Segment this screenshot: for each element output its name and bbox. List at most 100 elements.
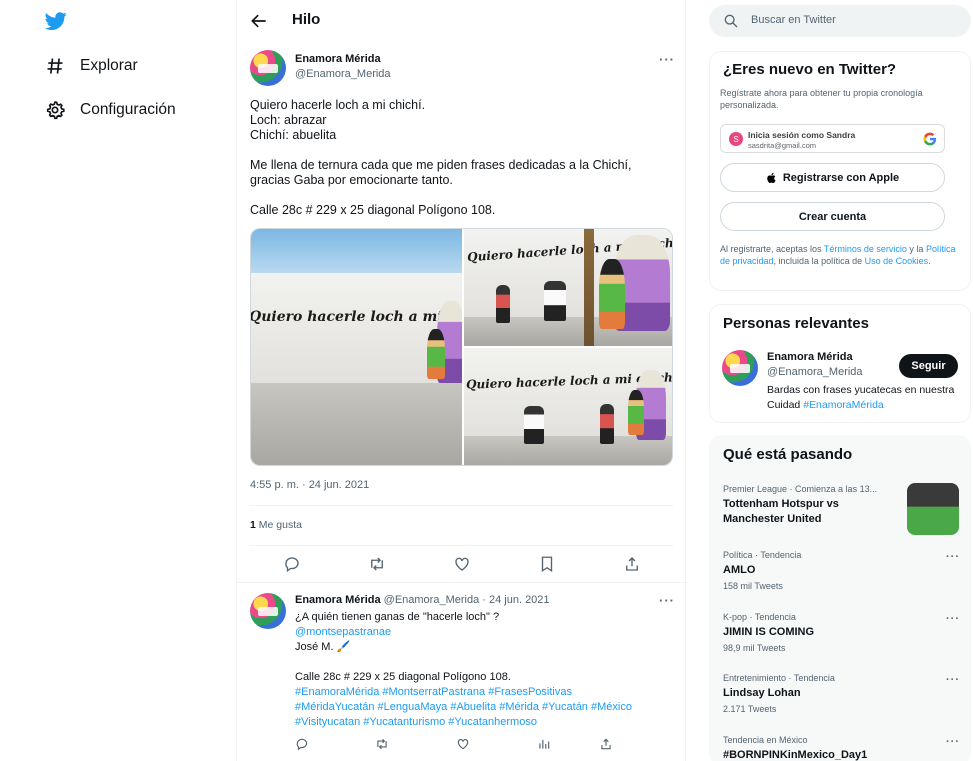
follow-button[interactable]: Seguir <box>899 354 958 378</box>
trend-count: 2.171 Tweets <box>723 704 777 714</box>
apple-icon <box>766 172 778 184</box>
reply-author-handle[interactable]: @Enamora_Merida <box>384 594 480 606</box>
search-box[interactable]: Buscar en Twitter <box>709 5 971 37</box>
reply-author-name[interactable]: Enamora Mérida <box>295 594 381 606</box>
trend-item[interactable]: Premier League · Comienza a las 13... To… <box>723 484 903 527</box>
search-input[interactable]: Buscar en Twitter <box>751 14 836 26</box>
trend-item[interactable]: K-pop · Tendencia JIMIN IS COMING 98,9 m… <box>723 612 814 653</box>
reply-analytics-icon[interactable] <box>537 737 551 751</box>
gear-icon <box>44 99 66 121</box>
google-account-avatar: S <box>729 132 743 146</box>
nav-explorar[interactable]: Explorar <box>44 52 138 80</box>
nav-configuracion-label: Configuración <box>80 101 176 118</box>
trend-more-icon[interactable]: ··· <box>946 674 960 686</box>
tweet-text: Quiero hacerle loch a mi chichí. Loch: a… <box>250 98 632 217</box>
tweet-media[interactable]: Quiero hacerle loch a mi chichi Quiero h… <box>250 228 673 466</box>
trend-title: Tottenham Hotspur vs Manchester United <box>723 498 839 525</box>
trend-meta: Premier League · Comienza a las 13... <box>723 484 878 494</box>
hashtag-icon <box>44 55 66 77</box>
trend-meta: Tendencia en México <box>723 735 808 745</box>
signup-subtitle: Regístrate ahora para obtener tu propia … <box>720 88 923 110</box>
reply-header: Enamora Mérida @Enamora_Merida · 24 jun.… <box>295 594 550 606</box>
cookies-link[interactable]: Uso de Cookies <box>865 256 929 266</box>
legal-end: . <box>928 256 931 266</box>
trends-title: Qué está pasando <box>723 446 853 463</box>
divider <box>250 545 673 546</box>
reply-hashtags-1[interactable]: #EnamoraMérida #MontserratPastrana #Fras… <box>295 685 675 700</box>
trend-title: AMLO <box>723 564 756 576</box>
signup-title: ¿Eres nuevo en Twitter? <box>723 61 897 78</box>
likes-number: 1 <box>250 519 256 531</box>
twitter-bird-icon[interactable] <box>44 10 68 32</box>
reply-text: ¿A quién tienen ganas de "hacerle loch" … <box>295 610 675 730</box>
trend-meta: K-pop · Tendencia <box>723 612 796 622</box>
reply-date[interactable]: · 24 jun. 2021 <box>482 594 549 606</box>
legal-mid2: , incluida la política de <box>773 256 865 266</box>
tweet-author-handle[interactable]: @Enamora_Merida <box>295 68 391 80</box>
trend-meta: Política · Tendencia <box>723 550 802 560</box>
relevant-avatar[interactable] <box>722 350 758 386</box>
reply-share-icon[interactable] <box>599 737 613 751</box>
left-nav: Explorar Configuración <box>0 0 236 761</box>
like-icon[interactable] <box>453 555 471 573</box>
trend-more-icon[interactable]: ··· <box>946 613 960 625</box>
relevant-bio: Bardas con frases yucatecas en nuestra C… <box>767 383 957 413</box>
relevant-people-card: Personas relevantes Enamora Mérida @Enam… <box>709 304 971 423</box>
trend-more-icon[interactable]: ··· <box>946 736 960 748</box>
trend-item[interactable]: Entretenimiento · Tendencia Lindsay Loha… <box>723 673 835 714</box>
trend-count: 158 mil Tweets <box>723 581 783 591</box>
trend-more-icon[interactable]: ··· <box>946 551 960 563</box>
reply-reply-icon[interactable] <box>295 737 309 751</box>
trend-count: 98,9 mil Tweets <box>723 643 786 653</box>
nav-configuracion[interactable]: Configuración <box>44 96 176 124</box>
page-title: Hilo <box>292 11 321 28</box>
reply-retweet-icon[interactable] <box>375 737 389 751</box>
legal-mid1: y la <box>906 244 926 254</box>
reply-line1: ¿A quién tienen ganas de "hacerle loch" … <box>295 611 500 623</box>
divider <box>237 582 687 583</box>
tweet-timestamp[interactable]: 4:55 p. m. · 24 jun. 2021 <box>250 479 369 491</box>
trend-thumbnail[interactable] <box>907 483 959 535</box>
divider <box>250 505 673 506</box>
tweet-photo-2[interactable]: Quiero hacerle loch a mi chichi <box>464 229 672 346</box>
trend-title: #BORNPINKinMexico_Day1 <box>723 749 868 761</box>
signup-card: ¿Eres nuevo en Twitter? Regístrate ahora… <box>709 51 971 291</box>
likes-count[interactable]: 1 Me gusta <box>250 519 302 531</box>
back-arrow-icon[interactable] <box>249 11 269 31</box>
legal-pre: Al registrarte, aceptas los <box>720 244 824 254</box>
create-account-label: Crear cuenta <box>798 210 867 223</box>
reply-credit: José M. 🖌️ <box>295 641 351 653</box>
tweet-photo-3[interactable]: Quiero hacerle loch a mi chichi <box>464 348 672 465</box>
thread-header: Hilo <box>237 0 687 42</box>
search-icon <box>723 13 739 29</box>
relevant-bio-hashtag[interactable]: #EnamoraMérida <box>803 399 884 411</box>
reply-hashtags-3[interactable]: #Visityucatan #Yucatanturismo #Yucatanhe… <box>295 715 675 730</box>
likes-label: Me gusta <box>258 519 302 531</box>
reply-like-icon[interactable] <box>456 737 470 751</box>
trend-item[interactable]: Política · Tendencia AMLO 158 mil Tweets <box>723 550 801 591</box>
reply-mention[interactable]: @montsepastranae <box>295 625 675 640</box>
reply-icon[interactable] <box>283 555 301 573</box>
terms-link[interactable]: Términos de servicio <box>824 244 907 254</box>
relevant-name[interactable]: Enamora Mérida <box>767 351 853 363</box>
more-options-icon[interactable]: ··· <box>659 52 675 67</box>
bookmark-icon[interactable] <box>538 555 556 573</box>
google-account-name: Inicia sesión como Sandra <box>748 130 856 140</box>
relevant-handle[interactable]: @Enamora_Merida <box>767 366 863 378</box>
share-icon[interactable] <box>623 555 641 573</box>
tweet-photo-1[interactable]: Quiero hacerle loch a mi chichi <box>251 229 462 465</box>
reply-hashtags-2[interactable]: #MéridaYucatán #LenguaMaya #Abuelita #Mé… <box>295 700 675 715</box>
create-account-button[interactable]: Crear cuenta <box>720 202 945 231</box>
reply-more-options-icon[interactable]: ··· <box>659 593 675 608</box>
retweet-icon[interactable] <box>368 555 386 573</box>
avatar[interactable] <box>250 50 286 86</box>
right-sidebar: Buscar en Twitter ¿Eres nuevo en Twitter… <box>686 0 973 761</box>
apple-signup-label: Registrarse con Apple <box>782 171 900 184</box>
reply-avatar[interactable] <box>250 593 286 629</box>
tweet-author-name[interactable]: Enamora Mérida <box>295 53 381 65</box>
trend-item[interactable]: Tendencia en México #BORNPINKinMexico_Da… <box>723 735 867 761</box>
google-signin-button[interactable]: S Inicia sesión como Sandra sasdrita@gma… <box>720 124 945 153</box>
apple-signup-button[interactable]: Registrarse con Apple <box>720 163 945 192</box>
google-account-email: sasdrita@gmail.com <box>748 141 817 150</box>
signup-legal: Al registrarte, aceptas los Términos de … <box>720 243 960 267</box>
